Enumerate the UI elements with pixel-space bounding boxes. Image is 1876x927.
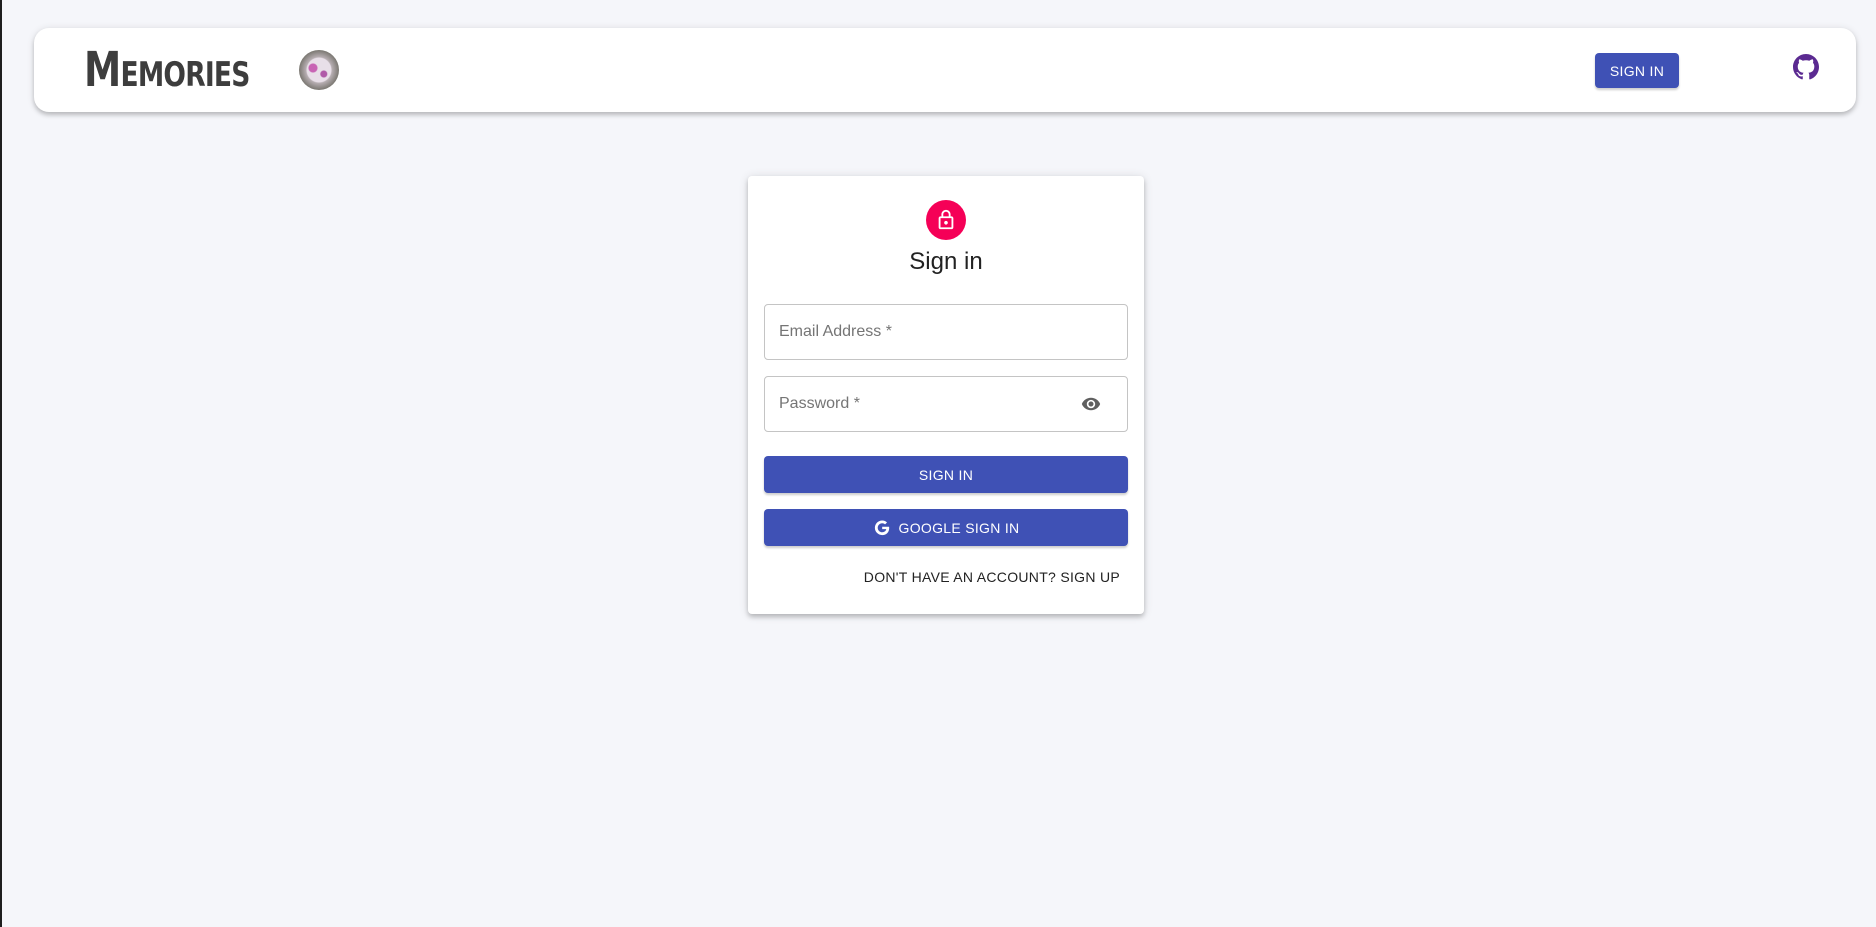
brand-logo-image bbox=[299, 50, 339, 90]
google-signin-label: GOOGLE SIGN IN bbox=[898, 519, 1020, 536]
password-field[interactable] bbox=[764, 376, 1128, 432]
app-bar: Memories SIGN IN bbox=[34, 28, 1856, 112]
google-icon bbox=[874, 520, 889, 535]
email-field[interactable] bbox=[764, 304, 1128, 360]
visibility-icon[interactable] bbox=[1079, 394, 1103, 414]
brand-title: Memories bbox=[84, 42, 250, 98]
signin-button-label: SIGN IN bbox=[918, 466, 974, 483]
signin-title: Sign in bbox=[909, 248, 983, 275]
email-input[interactable] bbox=[765, 305, 1127, 359]
password-input[interactable] bbox=[765, 377, 1127, 431]
google-signin-button[interactable]: GOOGLE SIGN IN bbox=[764, 509, 1128, 546]
lock-icon bbox=[938, 209, 954, 230]
signin-card: Sign in SIGN IN GOOGLE SIGN IN DON'T HAV… bbox=[748, 176, 1144, 614]
lock-avatar bbox=[926, 200, 966, 240]
nav-signin-button[interactable]: SIGN IN bbox=[1595, 53, 1679, 88]
signup-link[interactable]: DON'T HAVE AN ACCOUNT? SIGN UP bbox=[864, 569, 1120, 585]
window-edge bbox=[0, 0, 2, 927]
signin-button[interactable]: SIGN IN bbox=[764, 456, 1128, 493]
brand[interactable]: Memories bbox=[84, 44, 339, 96]
github-icon[interactable] bbox=[1793, 54, 1819, 80]
